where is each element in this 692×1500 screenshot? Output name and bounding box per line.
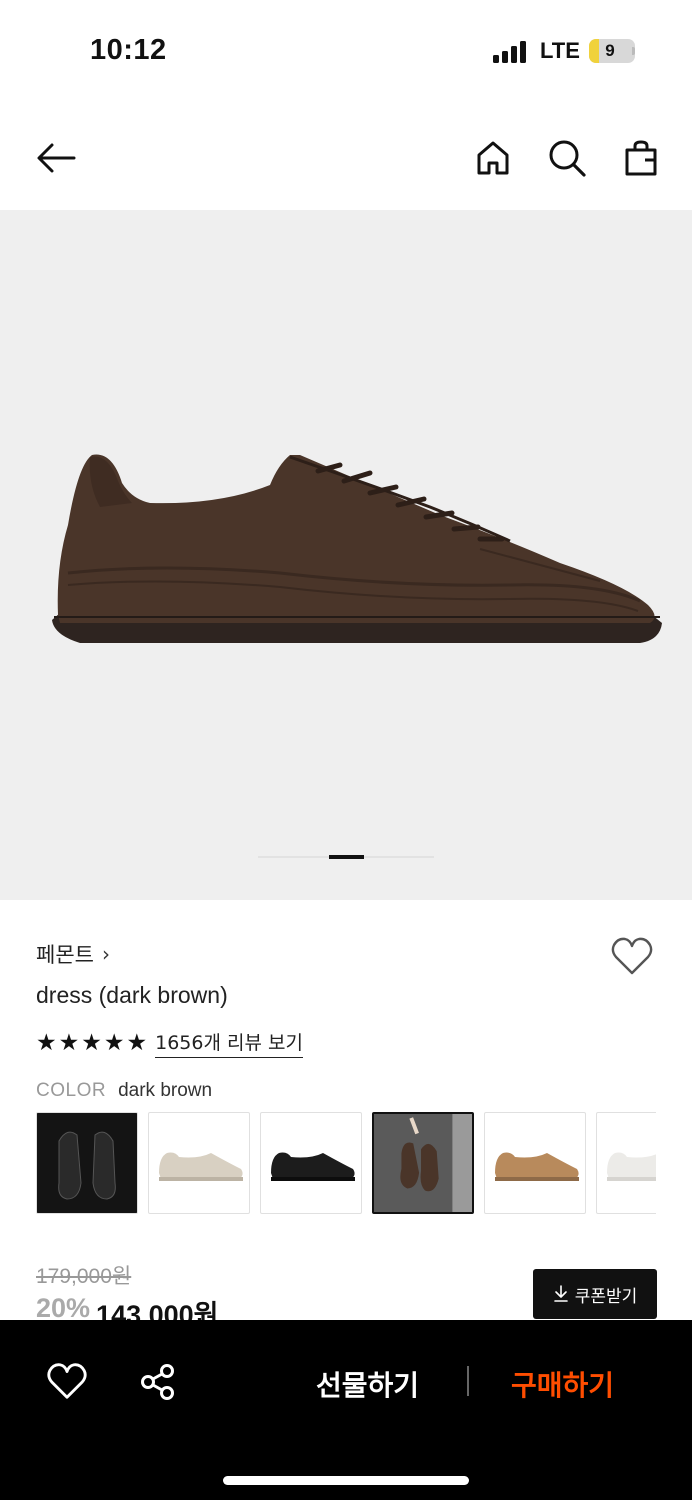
network-type: LTE — [540, 38, 580, 63]
star-icon: ★ — [126, 1030, 148, 1056]
gift-button[interactable]: 선물하기 — [316, 1364, 419, 1404]
status-time: 10:12 — [90, 34, 167, 66]
original-price: 179,000원 — [36, 1265, 132, 1288]
carousel-pager — [258, 855, 434, 859]
product-image-carousel[interactable] — [0, 210, 692, 900]
brand-link[interactable]: 페몬트 › — [36, 939, 110, 969]
rating-row: ★ ★ ★ ★ ★ 1656개 리뷰 보기 — [36, 1028, 303, 1058]
status-bar: 10:12 LTE 9 — [0, 0, 692, 100]
product-name: dress (dark brown) — [36, 982, 228, 1008]
home-button[interactable] — [471, 136, 515, 180]
swatch-image — [271, 1152, 355, 1181]
reviews-link[interactable]: 1656개 리뷰 보기 — [155, 1028, 303, 1058]
color-row: COLOR dark brown — [36, 1080, 212, 1102]
divider — [467, 1366, 469, 1396]
search-icon — [549, 140, 586, 177]
star-icon: ★ — [58, 1030, 80, 1056]
swatch-black[interactable] — [260, 1112, 362, 1214]
search-button[interactable] — [545, 136, 589, 180]
brand-name: 페몬트 — [36, 943, 94, 967]
arrow-left-icon — [37, 143, 76, 173]
buy-button[interactable]: 구매하기 — [511, 1364, 614, 1404]
swatch-dark-brown[interactable] — [372, 1112, 474, 1214]
share-button[interactable] — [138, 1362, 178, 1402]
swatch-image — [495, 1152, 579, 1181]
swatch-tan-brown[interactable] — [484, 1112, 586, 1214]
color-swatch-list — [36, 1112, 656, 1216]
signal-icon — [493, 41, 526, 63]
home-indicator — [223, 1476, 469, 1485]
heart-icon — [47, 1363, 87, 1399]
product-image — [52, 454, 662, 643]
battery-level: 9 — [605, 41, 615, 60]
download-icon — [553, 1285, 568, 1302]
chevron-right-icon: › — [101, 942, 110, 966]
wishlist-button[interactable] — [610, 936, 654, 978]
swatch-image — [37, 1113, 137, 1213]
swatch-image — [159, 1152, 243, 1181]
bottom-action-bar: 선물하기 구매하기 — [0, 1320, 692, 1500]
swatch-image — [374, 1114, 472, 1212]
shopping-bag-button[interactable] — [619, 136, 663, 180]
swatch-beige[interactable] — [148, 1112, 250, 1214]
top-nav — [0, 100, 692, 210]
heart-icon — [611, 937, 653, 975]
battery-icon: 9 — [589, 39, 635, 63]
shopping-bag-icon — [625, 140, 657, 176]
bottom-wishlist-button[interactable] — [46, 1362, 88, 1402]
star-icon: ★ — [103, 1030, 125, 1056]
star-rating: ★ ★ ★ ★ ★ — [36, 1030, 147, 1056]
star-icon: ★ — [36, 1030, 57, 1056]
swatch-white[interactable] — [596, 1112, 656, 1214]
get-coupon-button[interactable]: 쿠폰받기 — [533, 1269, 657, 1319]
home-icon — [477, 141, 509, 175]
share-icon — [141, 1364, 174, 1400]
swatch-image — [607, 1152, 656, 1181]
coupon-label: 쿠폰받기 — [574, 1286, 638, 1307]
swatch-black-leather[interactable] — [36, 1112, 138, 1214]
color-label: COLOR — [36, 1080, 107, 1101]
star-icon: ★ — [81, 1030, 102, 1056]
back-button[interactable] — [34, 136, 78, 180]
carousel-pager-active — [329, 855, 364, 859]
color-value: dark brown — [118, 1080, 213, 1101]
